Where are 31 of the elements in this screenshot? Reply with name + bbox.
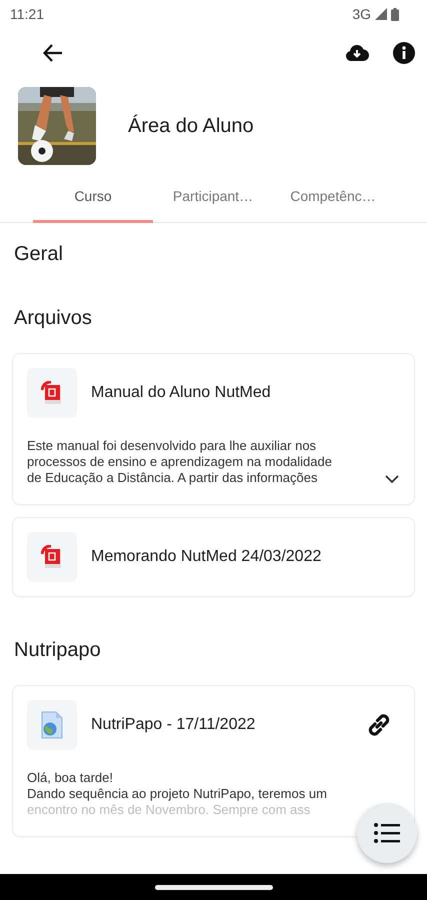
- link-icon[interactable]: [366, 712, 392, 738]
- list-icon: [374, 823, 400, 843]
- tab[interactable]: Curso: [33, 172, 153, 223]
- section-heading: Arquivos: [13, 306, 93, 331]
- description-line: de Educação a Distância. A partir das informações: [27, 470, 318, 486]
- description-line: encontro no mês de Novembro. Sempre com ass: [27, 802, 310, 818]
- section-heading: Nutripapo: [13, 638, 102, 663]
- section-heading: Geral: [13, 242, 64, 267]
- battery-icon: [391, 8, 399, 20]
- status-time: 11:21: [10, 6, 44, 22]
- file-title[interactable]: Manual do Aluno NutMed: [91, 384, 400, 402]
- web-file-icon: [40, 711, 64, 739]
- network-label: 3G: [352, 6, 371, 22]
- expand-icon[interactable]: [384, 474, 400, 484]
- description-line: Dando sequência ao projeto NutriPapo, teremos um: [27, 786, 327, 802]
- info-button[interactable]: [393, 42, 415, 64]
- pdf-file-icon: [41, 545, 63, 569]
- file-title[interactable]: NutriPapo - 17/11/2022: [91, 716, 352, 734]
- back-button[interactable]: [42, 42, 64, 64]
- description-line: processos de ensino e aprendizagem na modalidade: [27, 454, 332, 470]
- file-title[interactable]: Memorando NutMed 24/03/2022: [91, 548, 400, 566]
- menu-button[interactable]: [357, 803, 417, 863]
- tab[interactable]: Participant…: [153, 172, 273, 223]
- description-line: Olá, boa tarde!: [27, 770, 113, 786]
- pdf-file-icon: [41, 381, 63, 405]
- cloud-download-button[interactable]: [345, 43, 369, 63]
- signal-icon: [375, 8, 387, 20]
- home-handle[interactable]: [154, 884, 272, 890]
- description-line: Este manual foi desenvolvido para lhe auxiliar nos: [27, 438, 316, 454]
- tab[interactable]: Competênc…: [273, 172, 393, 223]
- page-title: Área do Aluno: [128, 114, 254, 138]
